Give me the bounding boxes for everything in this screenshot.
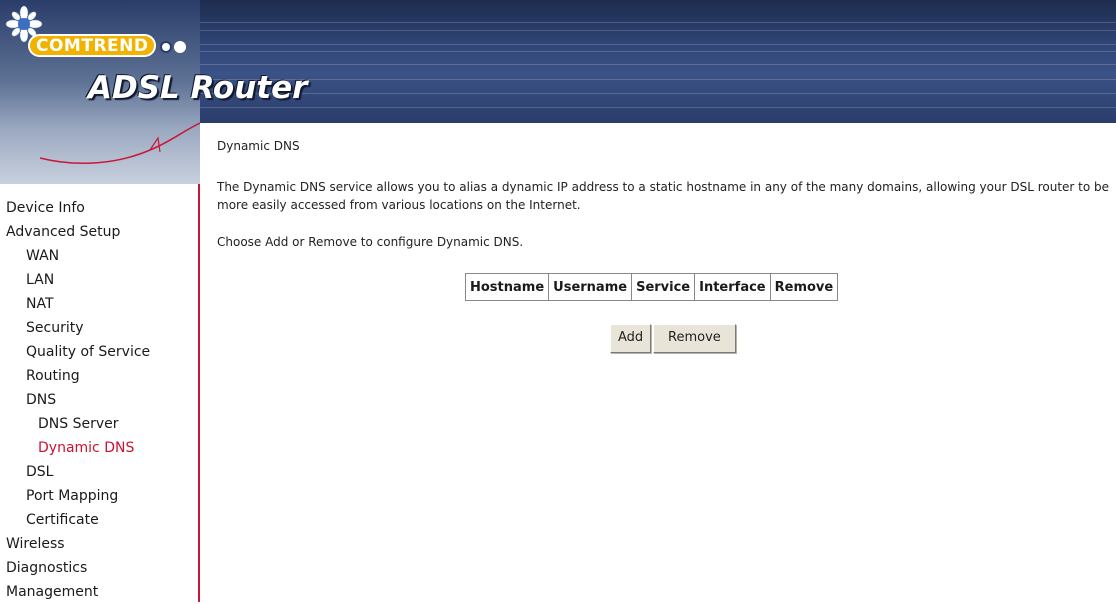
- sidebar-item-wan[interactable]: WAN: [0, 244, 198, 268]
- sidebar-item-diagnostics[interactable]: Diagnostics: [0, 556, 198, 580]
- sidebar-item-port-mapping[interactable]: Port Mapping: [0, 484, 198, 508]
- add-button[interactable]: Add: [610, 324, 652, 353]
- sidebar-item-wireless[interactable]: Wireless: [0, 532, 198, 556]
- sidebar-item-routing[interactable]: Routing: [0, 364, 198, 388]
- sidebar-item-certificate[interactable]: Certificate: [0, 508, 198, 532]
- sidebar-item-dynamic-dns[interactable]: Dynamic DNS: [0, 436, 198, 460]
- sidebar-item-management[interactable]: Management: [0, 580, 198, 604]
- column-header-interface: Interface: [694, 273, 771, 301]
- sidebar-item-dns-server[interactable]: DNS Server: [0, 412, 198, 436]
- sidebar-item-nat[interactable]: NAT: [0, 292, 198, 316]
- sidebar-item-lan[interactable]: LAN: [0, 268, 198, 292]
- signature-swoosh-icon: [39, 122, 200, 165]
- remove-button[interactable]: Remove: [653, 324, 736, 353]
- main-content: Dynamic DNS The Dynamic DNS service allo…: [217, 123, 1116, 602]
- sidebar-item-quality-of-service[interactable]: Quality of Service: [0, 340, 198, 364]
- brand-logo: COMTREND: [28, 34, 157, 57]
- product-title: ADSL Router: [88, 70, 308, 106]
- sidebar-nav: Device Info Advanced Setup WAN LAN NAT S…: [0, 184, 200, 602]
- dynamic-dns-table: Hostname Username Service Interface Remo…: [464, 273, 839, 301]
- sidebar-item-device-info[interactable]: Device Info: [0, 196, 198, 220]
- sidebar-item-advanced-setup[interactable]: Advanced Setup: [0, 220, 198, 244]
- column-header-service: Service: [631, 273, 696, 301]
- table-header-row: Hostname Username Service Interface Remo…: [464, 273, 839, 301]
- column-header-remove: Remove: [769, 273, 839, 301]
- column-header-hostname: Hostname: [464, 273, 550, 301]
- sidebar-item-security[interactable]: Security: [0, 316, 198, 340]
- sidebar-item-dsl[interactable]: DSL: [0, 460, 198, 484]
- page-description: The Dynamic DNS service allows you to al…: [217, 180, 1110, 212]
- page-title: Dynamic DNS: [217, 139, 300, 153]
- column-header-username: Username: [548, 273, 633, 301]
- brand-dots-icon: [160, 38, 188, 57]
- page-instructions: Choose Add or Remove to configure Dynami…: [217, 235, 524, 249]
- sidebar-item-dns[interactable]: DNS: [0, 388, 198, 412]
